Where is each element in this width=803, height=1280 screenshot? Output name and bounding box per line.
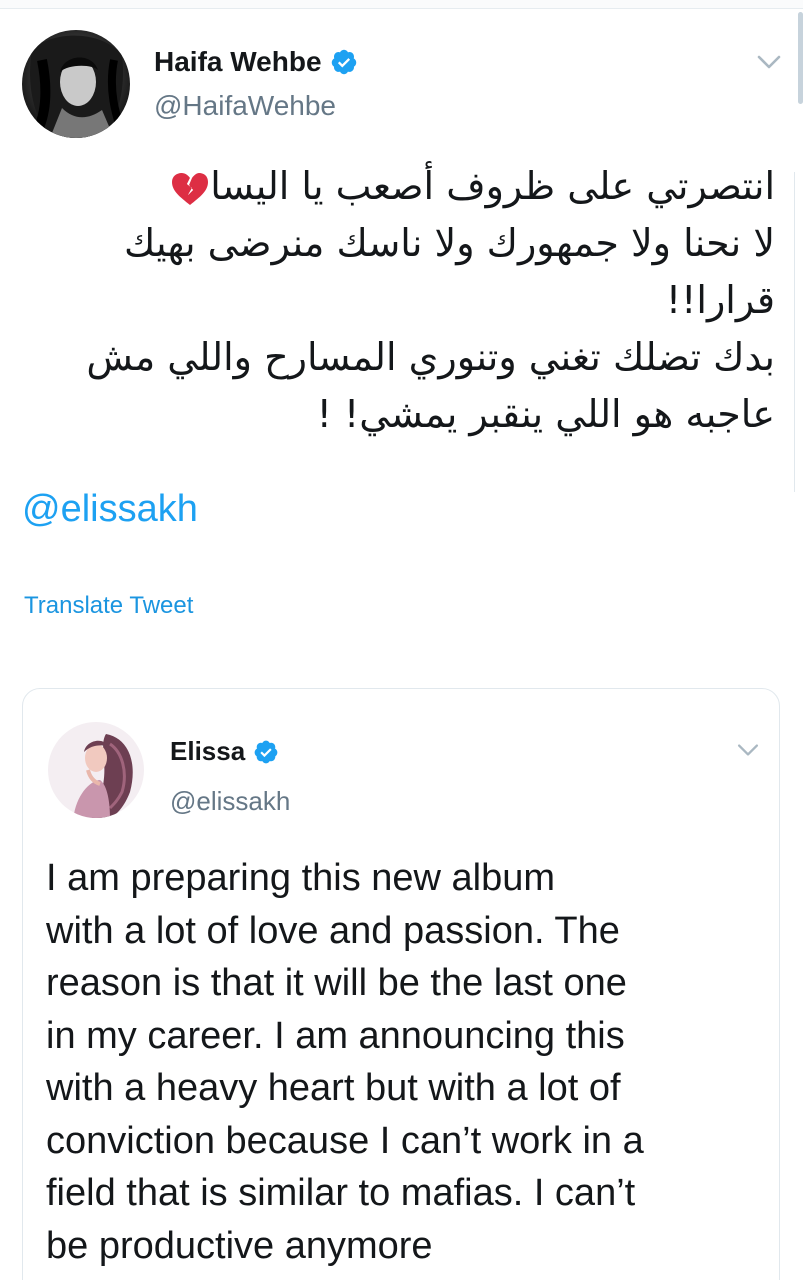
author-name[interactable]: Haifa Wehbe [154,46,358,78]
chevron-down-icon[interactable] [756,53,782,71]
quoted-text-line-8: be productive anymore [46,1224,433,1267]
quoted-author-name-text[interactable]: Elissa [170,736,245,767]
broken-heart-emoji [172,172,209,205]
mention-link[interactable]: @elissakh [22,488,198,531]
divider [794,172,795,492]
quoted-author-name[interactable]: Elissa [170,736,279,767]
quoted-text-line-2: with a lot of love and passion. The [46,909,620,952]
translate-tweet-link[interactable]: Translate Tweet [24,592,193,620]
top-divider [0,0,803,9]
author-handle[interactable]: @HaifaWehbe [154,90,336,122]
quoted-tweet-text: I am preparing this new album with a lot… [46,852,766,1272]
scrollbar[interactable] [798,12,803,104]
quoted-text-line-1: I am preparing this new album [46,857,556,899]
tweet-text-line-1: انتصرتي على ظروف أصعب يا اليسا [210,164,775,208]
tweet-text-line-4: بدك تضلك تغني وتنوري المسارح واللي مش [86,335,775,379]
quoted-text-line-5: with a heavy heart but with a lot of [46,1067,621,1109]
tweet-text-line-2: لا نحنا ولا جمهورك ولا ناسك منرضى بهيك [123,221,775,265]
tweet-screen: Haifa Wehbe @HaifaWehbe انتصرتي على ظروف… [0,0,803,1280]
quoted-avatar[interactable] [48,722,144,818]
quoted-text-line-3: reason is that it will be the last one [46,962,627,1004]
quoted-text-line-7: field that is similar to mafias. I can’t [46,1172,636,1214]
tweet-text-line-5: عاجبه هو اللي ينقبر يمشي! ! [316,392,775,436]
verified-badge-icon [331,49,356,75]
quoted-text-line-4: in my career. I am announcing this [46,1014,625,1057]
tweet-text-line-3: قرارا!! [665,278,775,322]
chevron-down-icon[interactable] [736,742,760,758]
tweet-text: انتصرتي على ظروف أصعب يا اليسا لا نحنا و… [40,158,775,443]
quoted-author-handle[interactable]: @elissakh [170,786,290,817]
verified-badge-icon [254,740,278,763]
quoted-text-line-6: conviction because I can’t work in a [46,1119,644,1162]
avatar[interactable] [22,30,130,138]
author-name-text[interactable]: Haifa Wehbe [154,46,322,78]
tweet-text-line: انتصرتي على ظروف أصعب يا اليسا [40,158,775,215]
